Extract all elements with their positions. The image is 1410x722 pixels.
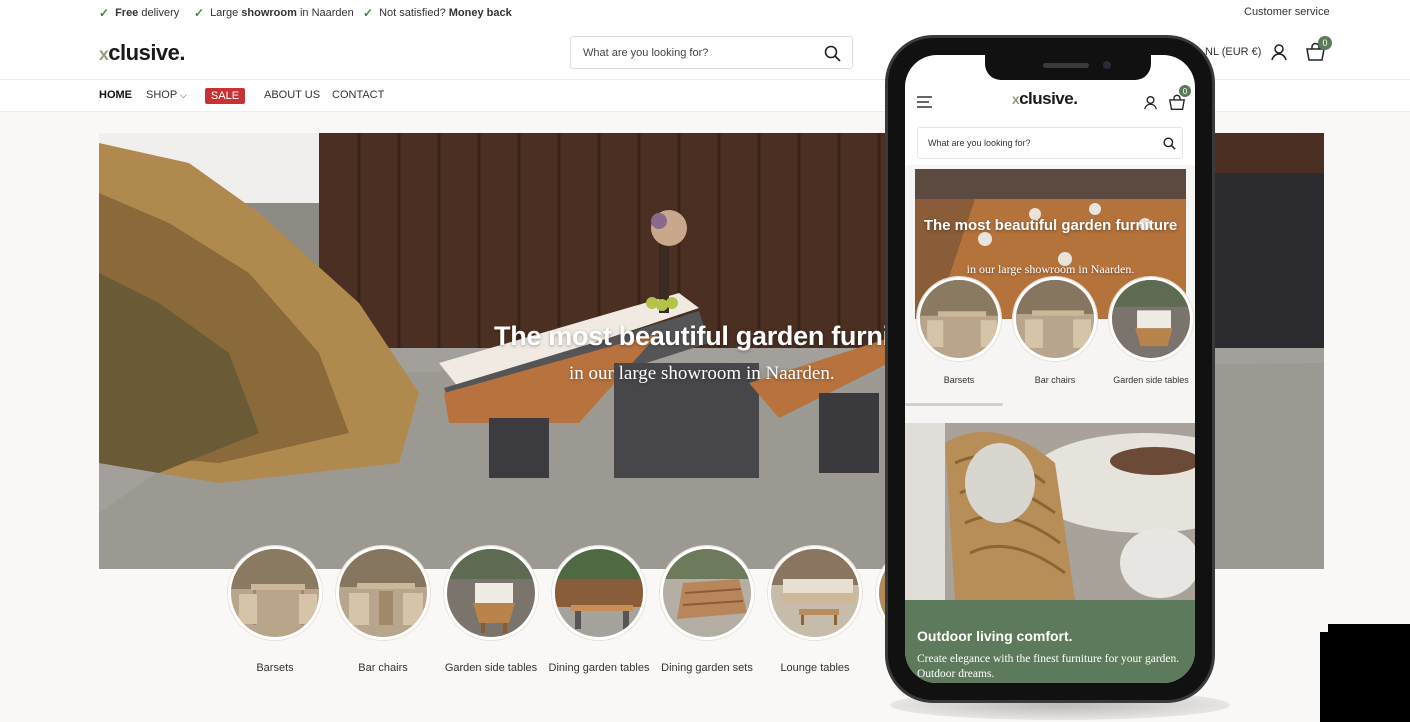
check-icon: ✓ [363,6,374,20]
account-icon[interactable] [1269,42,1289,62]
mobile-search-input[interactable] [918,128,1148,158]
category-label: Barsets [943,375,975,385]
mobile-hero-title: The most beautiful garden furniture [923,217,1178,234]
category-image [552,546,646,640]
hamburger-menu-icon[interactable] [915,93,933,111]
phone-mockup: xclusive. 0 The most beautiful gar [885,35,1215,703]
customer-service-link[interactable]: Customer service [1244,6,1330,18]
search-icon[interactable] [1162,136,1176,150]
nav-contact[interactable]: CONTACT [332,89,384,101]
hero-subtitle: in our large showroom in Naarden. [569,363,835,384]
corner-overlay [1328,624,1410,634]
category-image [444,546,538,640]
phone-screen: xclusive. 0 The most beautiful gar [905,55,1195,683]
search-input[interactable] [571,37,811,68]
mobile-header: xclusive. 0 [905,85,1195,123]
check-icon: ✓ [194,6,205,20]
nav-shop[interactable]: SHOP ⌵ [146,89,187,101]
mobile-logo[interactable]: xclusive. [1012,89,1078,109]
category-image [917,277,1001,361]
search-icon[interactable] [823,44,841,62]
category-label: Bar chairs [1034,375,1076,385]
category-image [660,546,754,640]
speaker-grille [1043,63,1089,68]
category-image [1013,277,1097,361]
usp-bar: ✓ Free delivery ✓ Large showroom in Naar… [0,0,1410,26]
category-item[interactable]: Garden side tables [444,546,538,674]
nav-sale[interactable]: SALE [205,88,245,104]
mobile-category-item[interactable]: Bar chairs [1013,277,1097,385]
usp-showroom: ✓ Large showroom in Naarden [194,6,354,20]
mobile-search-bar [917,127,1183,159]
mobile-category-item[interactable]: Barsets [917,277,1001,385]
hero-title: The most beautiful garden furnit [494,321,899,351]
category-item[interactable]: Dining garden tables [549,546,649,674]
carousel-scrollbar[interactable] [905,403,1003,406]
cart-count-badge: 0 [1318,36,1332,50]
cart-count-badge: 0 [1179,85,1191,97]
check-icon: ✓ [99,6,110,20]
category-image [228,546,322,640]
camera-icon [1103,61,1111,69]
mobile-category-item[interactable]: Garden side tables [1109,277,1193,385]
search-bar [570,36,853,69]
promo-title: Outdoor living comfort. [917,628,1073,644]
account-icon[interactable] [1141,93,1159,111]
nav-about-us[interactable]: ABOUT US [264,89,320,101]
currency-selector[interactable]: NL (EUR €) [1205,46,1261,58]
mobile-promo-block: Outdoor living comfort. Create elegance … [905,600,1195,683]
category-image [768,546,862,640]
mobile-promo-image [905,423,1195,600]
nav-home[interactable]: HOME [99,89,132,101]
promo-text: Create elegance with the finest furnitur… [917,653,1180,680]
phone-notch [985,55,1151,80]
usp-free-delivery: ✓ Free delivery [99,6,180,20]
usp-money-back: ✓ Not satisfied? Money back [363,6,512,20]
mobile-hero-subtitle: in our large showroom in Naarden. [966,262,1135,276]
category-item[interactable]: Lounge tables [768,546,862,674]
category-image [336,546,430,640]
category-item[interactable]: Bar chairs [336,546,430,674]
site-logo[interactable]: xclusive. [99,40,186,66]
category-item[interactable]: Barsets [228,546,322,674]
corner-overlay [1320,632,1410,722]
category-label: Lounge tables [780,662,850,674]
category-label: Garden side tables [1113,375,1189,385]
category-image [1109,277,1193,361]
category-item[interactable]: Dining garden sets [660,546,754,674]
chevron-down-icon: ⌵ [180,90,187,100]
